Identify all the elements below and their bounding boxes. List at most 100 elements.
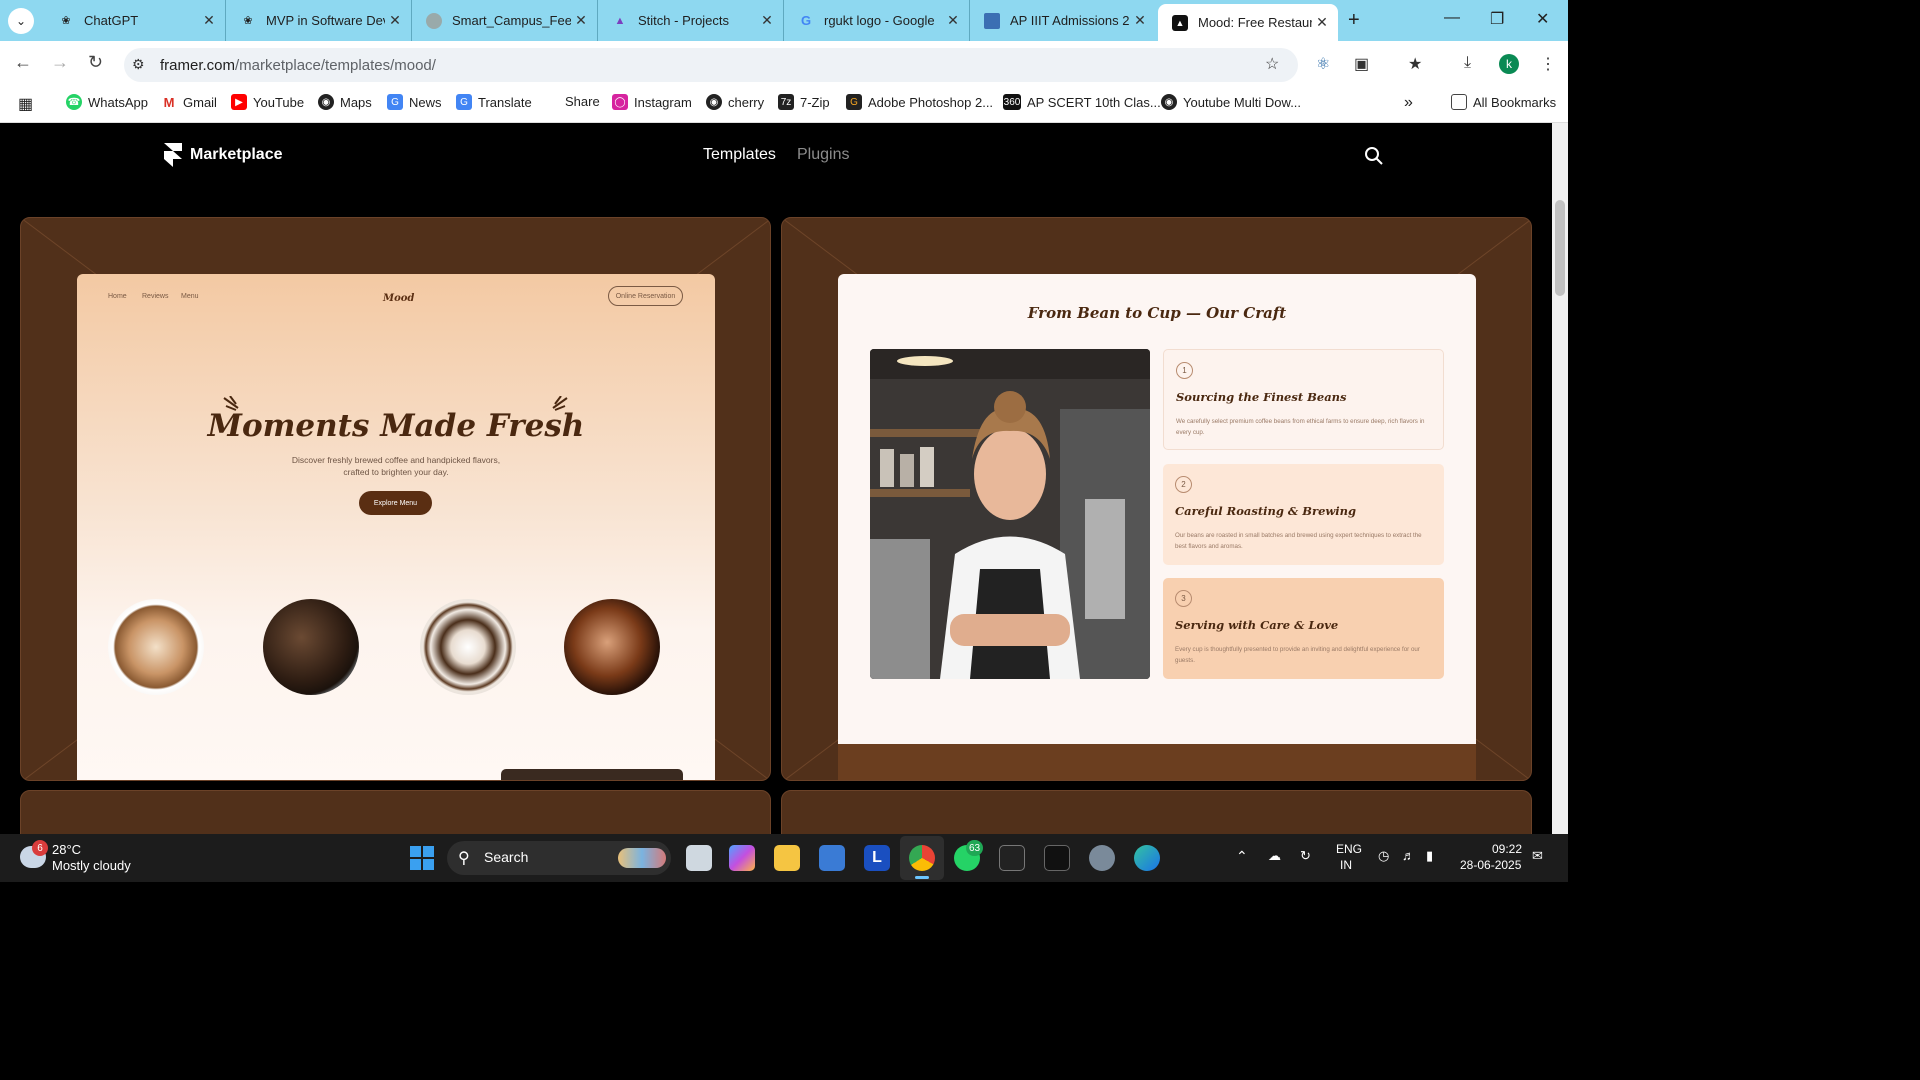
- bookmark-translate[interactable]: G Translate: [456, 94, 532, 110]
- close-icon[interactable]: ✕: [1130, 12, 1150, 29]
- search-icon[interactable]: [1364, 146, 1384, 166]
- forward-button[interactable]: →: [51, 52, 69, 73]
- weather-desc[interactable]: Mostly cloudy: [52, 858, 131, 873]
- settings-gear-icon[interactable]: [1089, 845, 1115, 871]
- back-button[interactable]: ←: [14, 52, 32, 73]
- bookmark-instagram[interactable]: ◯ Instagram: [612, 94, 692, 110]
- bookmark-photoshop[interactable]: G Adobe Photoshop 2...: [846, 94, 993, 110]
- tab-rgukt[interactable]: G rgukt logo - Google ✕: [784, 0, 970, 41]
- site-icon: [984, 12, 1000, 29]
- notification-bell-icon[interactable]: ✉: [1532, 848, 1543, 864]
- weather-temp[interactable]: 28°C: [52, 842, 81, 857]
- bookmark-youtube[interactable]: ▶ YouTube: [231, 94, 304, 110]
- edge-icon[interactable]: [1134, 845, 1160, 871]
- clock-date[interactable]: 28-06-2025: [1460, 858, 1521, 872]
- profile-avatar[interactable]: k: [1499, 54, 1519, 74]
- reload-button[interactable]: ↻: [88, 52, 103, 73]
- youtube-icon: ▶: [231, 94, 247, 110]
- more-bookmarks-icon[interactable]: »: [1404, 94, 1413, 112]
- bookmark-whatsapp[interactable]: ☎ WhatsApp: [66, 94, 148, 110]
- tab-chatgpt[interactable]: ❀ ChatGPT ✕: [44, 0, 226, 41]
- bookmark-star-icon[interactable]: ☆: [1265, 54, 1279, 74]
- template-preview-card-4[interactable]: [781, 790, 1532, 834]
- nav-plugins[interactable]: Plugins: [797, 146, 849, 164]
- news-icon: G: [387, 94, 403, 110]
- close-icon[interactable]: ✕: [1312, 14, 1332, 31]
- language-in[interactable]: IN: [1340, 858, 1352, 872]
- url-text[interactable]: framer.com/marketplace/templates/mood/: [160, 57, 436, 74]
- tab-ap-iiit[interactable]: AP IIIT Admissions 20 ✕: [970, 0, 1156, 41]
- copilot-icon[interactable]: [729, 845, 755, 871]
- minimize-button[interactable]: —: [1444, 9, 1460, 27]
- preview-hero: Home Reviews Menu Mood Online Reservatio…: [77, 274, 715, 780]
- all-bookmarks[interactable]: All Bookmarks: [1451, 94, 1556, 110]
- sync-icon[interactable]: ↻: [1300, 848, 1311, 864]
- tab-smart-campus[interactable]: Smart_Campus_Feed ✕: [412, 0, 598, 41]
- close-window-button[interactable]: ✕: [1536, 9, 1549, 29]
- app-l-icon[interactable]: L: [864, 845, 890, 871]
- terminal-icon[interactable]: [999, 845, 1025, 871]
- close-icon[interactable]: ✕: [385, 12, 405, 29]
- page-viewport: Marketplace Templates Plugins Home Revie…: [0, 123, 1552, 834]
- extension-react-icon[interactable]: ⚛: [1316, 54, 1330, 74]
- apps-icon[interactable]: ▦: [18, 94, 33, 114]
- whatsapp-icon: ☎: [66, 94, 82, 110]
- close-icon[interactable]: ✕: [199, 12, 219, 29]
- close-icon[interactable]: ✕: [571, 12, 591, 29]
- globe-icon: ◉: [1161, 94, 1177, 110]
- step-title: Careful Roasting & Brewing: [1175, 504, 1357, 518]
- file-explorer-icon[interactable]: [774, 845, 800, 871]
- volume-icon[interactable]: ♬: [1402, 848, 1415, 863]
- gmail-icon: M: [161, 94, 177, 110]
- chevron-up-icon[interactable]: ⌃: [1236, 848, 1248, 865]
- template-preview-card-hero[interactable]: Home Reviews Menu Mood Online Reservatio…: [20, 217, 771, 781]
- preview-cafe-interior: [838, 744, 1476, 780]
- tab-stitch[interactable]: ▲ Stitch - Projects ✕: [598, 0, 784, 41]
- tab-mvp[interactable]: ❀ MVP in Software Dev ✕: [226, 0, 412, 41]
- active-indicator: [915, 876, 929, 879]
- chrome-icon[interactable]: [909, 845, 935, 871]
- restore-button[interactable]: ❐: [1490, 9, 1504, 29]
- app-cube-icon[interactable]: [1044, 845, 1070, 871]
- menu-icon[interactable]: ⋮: [1540, 54, 1556, 74]
- 7zip-icon: 7z: [778, 94, 794, 110]
- template-preview-card-3[interactable]: [20, 790, 771, 834]
- bookmark-ap-scert[interactable]: 360 AP SCERT 10th Clas...: [1003, 94, 1161, 110]
- battery-icon[interactable]: ▮: [1426, 848, 1433, 864]
- bookmark-gmail[interactable]: M Gmail: [161, 94, 217, 110]
- globe-icon: ◉: [706, 94, 722, 110]
- language-eng[interactable]: ENG: [1336, 842, 1362, 856]
- scrollbar-thumb[interactable]: [1555, 200, 1565, 296]
- framer-logo-icon[interactable]: [164, 143, 182, 167]
- close-icon[interactable]: ✕: [757, 12, 777, 29]
- clock-time[interactable]: 09:22: [1492, 842, 1522, 856]
- close-icon[interactable]: ✕: [943, 12, 963, 29]
- bookmark-youtube-multi[interactable]: ◉ Youtube Multi Dow...: [1161, 94, 1301, 110]
- tab-search-button[interactable]: ⌄: [8, 8, 34, 34]
- task-view-icon[interactable]: [686, 845, 712, 871]
- bookmark-cherry[interactable]: ◉ cherry: [706, 94, 764, 110]
- step-description: Our beans are roasted in small batches a…: [1175, 532, 1422, 550]
- download-icon[interactable]: ⤓: [1464, 54, 1471, 72]
- nav-templates[interactable]: Templates: [703, 146, 776, 164]
- bookmark-news[interactable]: G News: [387, 94, 442, 110]
- bookmark-maps[interactable]: ◉ Maps: [318, 94, 372, 110]
- step-title: Serving with Care & Love: [1175, 618, 1339, 632]
- site-info-icon[interactable]: ⚙: [132, 56, 145, 73]
- mocha-cup-image: [420, 599, 516, 695]
- onedrive-icon[interactable]: ☁: [1268, 848, 1281, 864]
- tab-mood[interactable]: ▲ Mood: Free Restaura ✕: [1158, 4, 1338, 41]
- search-icon: ⚲: [458, 850, 470, 867]
- wifi-icon[interactable]: ◷: [1378, 848, 1389, 864]
- marketplace-brand[interactable]: Marketplace: [190, 146, 283, 164]
- iced-coffee-image: [564, 599, 660, 695]
- preview-craft-section: From Bean to Cup — Our Craft 1 Sourcing …: [838, 274, 1476, 744]
- new-tab-button[interactable]: +: [1348, 9, 1360, 32]
- bookmark-7zip[interactable]: 7z 7-Zip: [778, 94, 830, 110]
- windows-start-icon[interactable]: [410, 846, 434, 870]
- favorites-icon[interactable]: ★: [1408, 54, 1422, 74]
- extensions-icon[interactable]: ▣: [1354, 54, 1369, 74]
- bookmark-share[interactable]: Share: [565, 94, 600, 109]
- microsoft-store-icon[interactable]: [819, 845, 845, 871]
- template-preview-card-craft[interactable]: From Bean to Cup — Our Craft 1 Sourcing …: [781, 217, 1532, 781]
